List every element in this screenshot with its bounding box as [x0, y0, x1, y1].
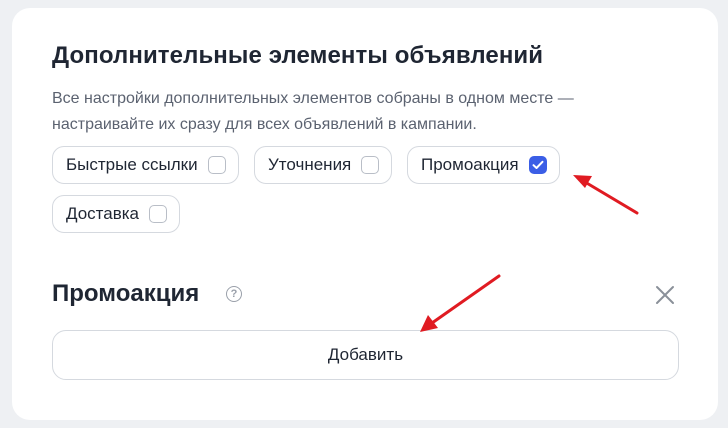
chip-label: Уточнения: [268, 155, 352, 174]
checkbox-checked[interactable]: [528, 156, 547, 174]
checkbox[interactable]: [207, 156, 226, 174]
chip-delivery[interactable]: Доставка: [52, 195, 181, 233]
checkmark-icon: [532, 160, 544, 169]
question-circle-icon[interactable]: ?: [226, 286, 242, 302]
promo-section-title: Промоакция: [52, 280, 200, 307]
chip-quick-links[interactable]: Быстрые ссылки: [52, 146, 239, 184]
close-icon[interactable]: [654, 284, 676, 306]
chip-label: Доставка: [66, 204, 140, 223]
chip-promo[interactable]: Промоакция: [407, 146, 560, 184]
checkbox[interactable]: [149, 205, 168, 223]
chip-label: Промоакция: [421, 155, 519, 174]
add-button[interactable]: Добавить: [52, 330, 679, 380]
checkbox[interactable]: [361, 156, 380, 174]
page-title: Дополнительные элементы объявлений: [52, 42, 544, 69]
description-text: Все настройки дополнительных элементов с…: [52, 90, 574, 133]
chip-label: Быстрые ссылки: [66, 155, 198, 174]
chip-clarifications[interactable]: Уточнения: [254, 146, 393, 184]
